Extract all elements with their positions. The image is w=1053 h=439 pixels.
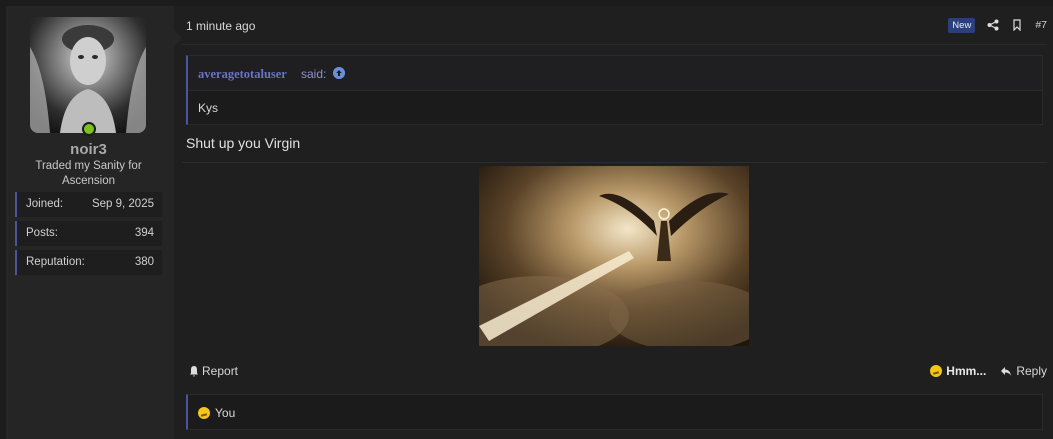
username[interactable]: noir3 [6, 141, 171, 158]
post-header-actions: New #7 [948, 16, 1047, 34]
post-message: Shut up you Virgin [186, 135, 301, 151]
post-actions: Hmm... Reply [930, 364, 1047, 378]
report-label: Report [202, 364, 239, 378]
quote-said-label: said: [301, 67, 327, 81]
avatar-image [30, 17, 146, 133]
user-sidebar: noir3 Traded my Sanity for Ascension Joi… [6, 6, 174, 439]
stat-value: Sep 9, 2025 [91, 198, 154, 210]
online-status-dot [82, 122, 96, 136]
stat-label: Reputation: [26, 256, 85, 268]
user-title: Traded my Sanity for Ascension [35, 160, 142, 187]
bell-icon [190, 366, 198, 377]
reaction-button[interactable]: Hmm... [930, 364, 986, 378]
stat-reputation: Reputation: 380 [15, 250, 162, 275]
reactions-label[interactable]: You [215, 406, 235, 420]
header-divider [182, 44, 1047, 45]
post-image[interactable] [479, 166, 749, 346]
reaction-label: Hmm... [946, 364, 987, 378]
post-time[interactable]: 1 minute ago [186, 19, 255, 33]
message-divider [182, 162, 1047, 163]
post-main: 1 minute ago New #7 averagetotaluser sai… [182, 6, 1047, 439]
stat-joined: Joined: Sep 9, 2025 [15, 192, 162, 217]
thinking-emoji-icon [930, 365, 943, 377]
stat-label: Joined: [26, 198, 64, 210]
reply-label: Reply [1016, 364, 1047, 378]
bookmark-icon[interactable] [1011, 19, 1023, 31]
quote-block: averagetotaluser said: Kys [186, 55, 1043, 125]
new-badge: New [948, 17, 976, 33]
stat-label: Posts: [26, 227, 58, 239]
reactions-summary: You [198, 406, 235, 420]
avatar[interactable] [30, 17, 146, 133]
quote-body: Kys [198, 101, 219, 115]
sidebar-pointer [174, 30, 182, 46]
report-button[interactable]: Report [188, 364, 238, 378]
reactions-bar[interactable]: You [186, 394, 1043, 430]
share-icon[interactable] [987, 19, 999, 31]
thinking-emoji-icon [198, 407, 210, 419]
arrow-up-circle-icon[interactable] [333, 67, 345, 79]
stat-posts: Posts: 394 [15, 221, 162, 246]
stat-value: 380 [134, 256, 154, 268]
reply-icon [1001, 367, 1012, 376]
stat-value[interactable]: 394 [135, 227, 154, 239]
quote-header: averagetotaluser said: [188, 56, 1042, 91]
post-container: noir3 Traded my Sanity for Ascension Joi… [6, 6, 1053, 439]
post-number[interactable]: #7 [1035, 19, 1047, 31]
quote-author[interactable]: averagetotaluser [198, 67, 287, 82]
reply-button[interactable]: Reply [1000, 364, 1047, 378]
